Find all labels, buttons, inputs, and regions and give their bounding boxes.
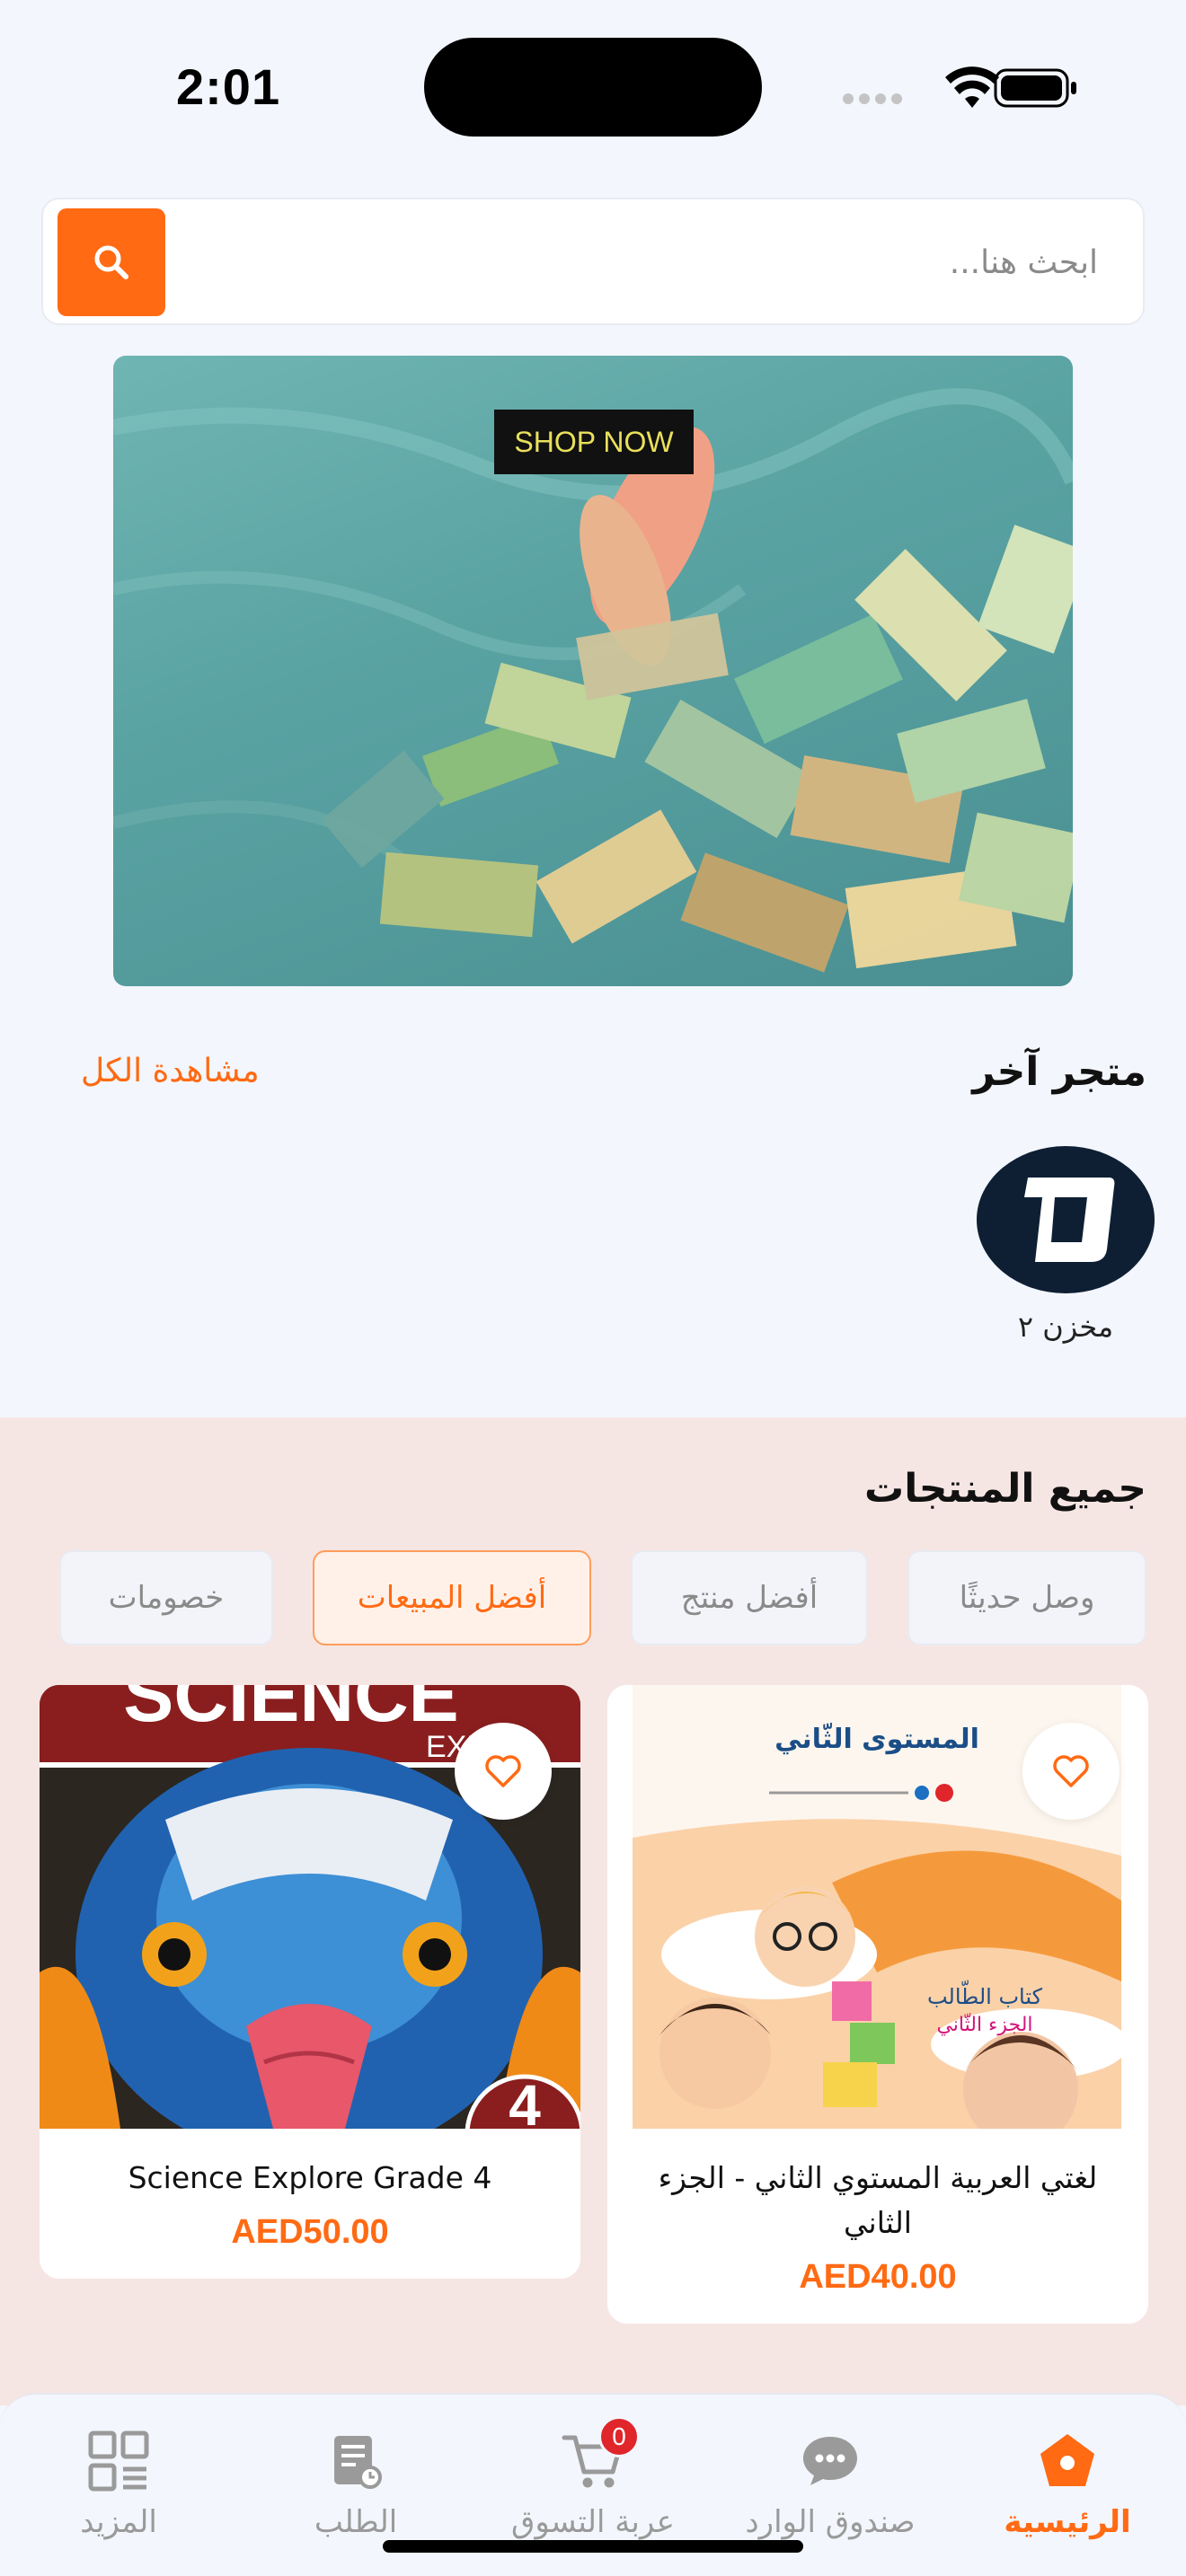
wifi-icon	[945, 66, 999, 108]
product-price: AED40.00	[799, 2258, 957, 2296]
heart-icon	[1053, 1755, 1089, 1787]
filter-new-arrivals[interactable]: وصل حديثًا	[907, 1550, 1146, 1645]
battery-icon	[994, 68, 1076, 108]
svg-text:كتاب الطّالب: كتاب الطّالب	[927, 1981, 1043, 2009]
product-card[interactable]: SCIENCE EXPLO 4 Science Explore Grade 4 …	[40, 1685, 580, 2279]
store-logo	[977, 1146, 1155, 1293]
svg-text:SCIENCE: SCIENCE	[123, 1685, 458, 1737]
nav-label: المزيد	[80, 2504, 157, 2540]
product-image: SCIENCE EXPLO 4	[40, 1685, 580, 2129]
search-button[interactable]	[58, 208, 165, 316]
other-store-title: متجر آخر	[972, 1049, 1146, 1095]
filter-best-product[interactable]: أفضل منتج	[631, 1550, 868, 1645]
nav-cart[interactable]: 0 عربة التسوق	[494, 2416, 692, 2540]
more-icon	[83, 2425, 155, 2497]
chat-icon	[794, 2425, 866, 2497]
nav-inbox[interactable]: صندوق الوارد	[731, 2425, 929, 2540]
filter-chips: وصل حديثًا أفضل منتج أفضل المبيعات خصوما…	[0, 1550, 1186, 1647]
cart-icon: 0	[557, 2416, 640, 2497]
signal-icon	[843, 93, 902, 104]
svg-text:الجزء الثّاني: الجزء الثّاني	[936, 2013, 1032, 2036]
nav-label: الطلب	[314, 2504, 398, 2540]
product-price: AED50.00	[231, 2213, 389, 2251]
search-input[interactable]	[289, 234, 1098, 291]
favorite-button[interactable]	[1022, 1723, 1120, 1820]
home-icon	[1031, 2425, 1103, 2497]
nav-label: عربة التسوق	[511, 2504, 675, 2540]
search-icon	[94, 245, 128, 279]
svg-text:المستوى الثّاني: المستوى الثّاني	[774, 1723, 979, 1755]
shop-now-button[interactable]: SHOP NOW	[494, 410, 694, 474]
status-icons	[839, 63, 1082, 113]
search-bar[interactable]	[41, 198, 1145, 325]
svg-text:4: 4	[509, 2073, 541, 2129]
cart-badge: 0	[598, 2416, 640, 2457]
status-time: 2:01	[176, 58, 281, 115]
nav-orders[interactable]: الطلب	[257, 2425, 455, 2540]
product-card[interactable]: كتاب الطّالب الجزء الثّاني المستوى الثّا…	[607, 1685, 1148, 2324]
view-all-link[interactable]: مشاهدة الكل	[81, 1053, 260, 1090]
filter-discounts[interactable]: خصومات	[59, 1550, 273, 1645]
heart-icon	[485, 1755, 521, 1787]
store-card[interactable]: مخزن ٢	[972, 1146, 1159, 1344]
favorite-button[interactable]	[455, 1723, 552, 1820]
dynamic-island	[424, 38, 762, 137]
order-icon	[320, 2425, 392, 2497]
promo-banner[interactable]: SHOP NOW	[113, 356, 1073, 986]
product-title: Science Explore Grade 4	[128, 2160, 492, 2195]
nav-label: صندوق الوارد	[745, 2504, 916, 2540]
nav-home[interactable]: الرئيسية	[969, 2425, 1166, 2540]
product-title: لغتي العربية المستوي الثاني - الجزء الثا…	[658, 2160, 1098, 2240]
all-products-title: جميع المنتجات	[863, 1466, 1146, 1512]
nav-label: الرئيسية	[1004, 2504, 1131, 2540]
product-image: كتاب الطّالب الجزء الثّاني المستوى الثّا…	[607, 1685, 1148, 2129]
home-indicator	[383, 2540, 803, 2553]
nav-more[interactable]: المزيد	[20, 2425, 217, 2540]
store-name: مخزن ٢	[1017, 1310, 1114, 1344]
filter-best-sellers[interactable]: أفضل المبيعات	[313, 1550, 591, 1645]
